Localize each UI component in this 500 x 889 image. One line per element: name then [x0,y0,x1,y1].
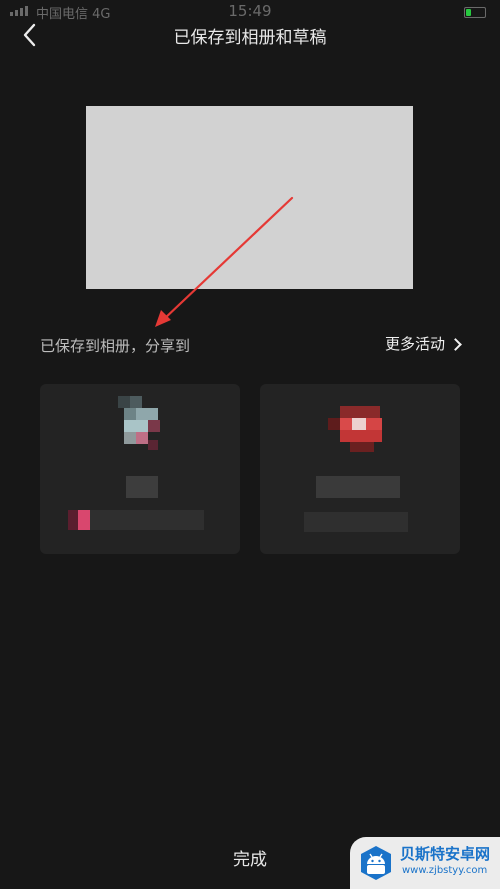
done-button[interactable]: 完成 [233,850,267,870]
site-watermark: 贝斯特安卓网 www.zjbstyy.com [350,837,500,889]
activity-card[interactable] [260,384,460,554]
watermark-title: 贝斯特安卓网 [400,845,491,863]
share-label: 已保存到相册，分享到 [40,337,191,355]
chevron-right-icon [449,337,462,351]
android-logo-icon [361,846,391,880]
activity-card[interactable] [40,384,240,554]
watermark-url: www.zjbstyy.com [402,865,488,876]
screen: 中国电信 4G 15:49 已保存到相册和草稿 已保存到相册，分享到 更多活动 [0,0,500,889]
more-activities-link[interactable]: 更多活动 [384,333,462,354]
more-activities-label: 更多活动 [384,335,445,353]
